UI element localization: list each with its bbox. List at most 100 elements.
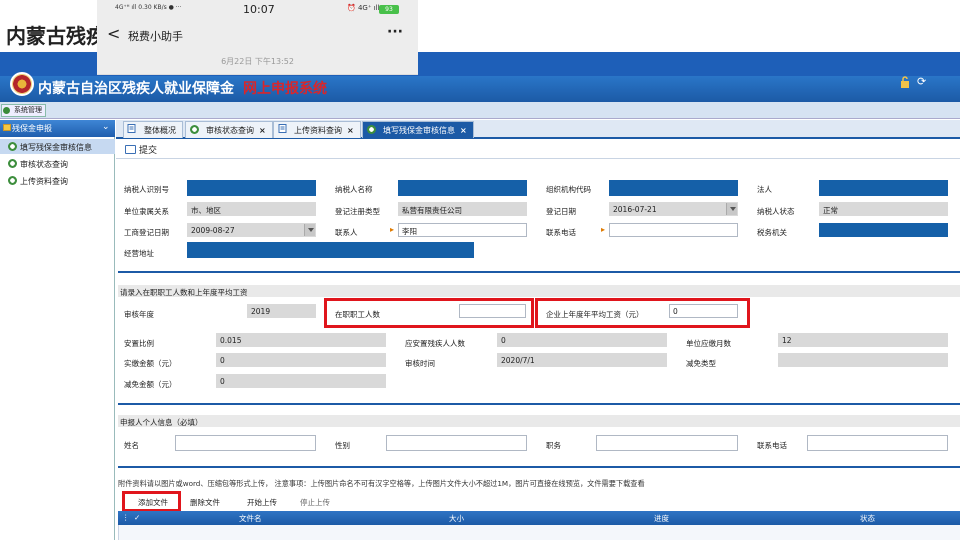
position-input[interactable]: [596, 435, 738, 451]
label-review-year: 审核年度: [124, 310, 154, 319]
affiliation-field: 市、地区: [187, 202, 316, 216]
system-icon: [3, 107, 10, 114]
tab-label: 上传资料查询: [294, 126, 342, 135]
chevron-down-icon[interactable]: [726, 203, 737, 215]
gender-input[interactable]: [386, 435, 527, 451]
label-review-time: 审核时间: [405, 359, 435, 368]
label-taxpayer-name: 纳税人名称: [335, 185, 373, 194]
sidebar-item-fill-review[interactable]: 填写残保金审核信息: [0, 139, 115, 154]
reg-date-select[interactable]: 2016-07-21: [609, 202, 738, 216]
sidebar-header[interactable]: 残保金申报: [0, 120, 115, 137]
label-reg-type: 登记注册类型: [335, 207, 380, 216]
gear-search-icon: [8, 142, 17, 151]
label-avg-salary: 企业上年度年平均工资（元）: [546, 310, 644, 319]
label-gender: 性别: [335, 441, 350, 450]
start-upload-button[interactable]: 开始上传: [247, 497, 277, 508]
address-field: [187, 242, 474, 258]
paid-field: 0: [216, 353, 386, 367]
phone-input[interactable]: [609, 223, 738, 237]
add-file-button[interactable]: 添加文件: [138, 497, 168, 508]
document-icon: [127, 124, 136, 133]
section-title-employees: 请录入在职职工人数和上年度平均工资: [120, 288, 248, 297]
folder-icon: [3, 124, 11, 131]
label-exempt-type: 减免类型: [686, 359, 716, 368]
column-header-filename[interactable]: 文件名: [239, 513, 262, 524]
phone-screenshot-overlay: 4G⁺ᴴ ıll 0.30 KB/s ● ··· 10:07 ⏰ 4G⁺ ıll…: [97, 0, 418, 75]
label-legal-person: 法人: [757, 185, 772, 194]
column-header-status[interactable]: 状态: [860, 513, 875, 524]
tab-label: 审核状态查询: [206, 126, 254, 135]
chevron-down-icon[interactable]: ⌄: [102, 122, 110, 132]
file-grid-header: ⋮ ✓ 文件名 大小 进度 状态: [118, 511, 960, 525]
review-time-field: 2020/7/1: [497, 353, 667, 367]
sidebar-item-upload-query[interactable]: 上传资料查询: [0, 173, 115, 188]
close-icon[interactable]: ×: [460, 126, 467, 135]
grid-menu-icon[interactable]: ⋮: [122, 513, 130, 522]
review-year-field: 2019: [247, 304, 316, 318]
disabled-count-field: 0: [497, 333, 667, 347]
staff-count-input[interactable]: [459, 304, 526, 318]
contact-input[interactable]: 李阳: [398, 223, 527, 237]
lock-icon[interactable]: [900, 76, 910, 88]
close-icon[interactable]: ×: [347, 126, 354, 135]
back-chevron-icon[interactable]: <: [107, 24, 120, 43]
applicant-phone-input[interactable]: [807, 435, 948, 451]
phone-signal-status: 4G⁺ᴴ ıll 0.30 KB/s ● ···: [115, 4, 182, 11]
label-position: 职务: [546, 441, 561, 450]
close-icon[interactable]: ×: [259, 126, 266, 135]
section-divider: [118, 271, 960, 273]
taxpayer-status-field: 正常: [819, 202, 948, 216]
label-affiliation: 单位隶属关系: [124, 207, 169, 216]
sidebar-item-label: 上传资料查询: [20, 177, 68, 186]
section-title-applicant: 申报人个人信息（必填）: [120, 418, 203, 427]
label-applicant-phone: 联系电话: [757, 441, 787, 450]
chevron-down-icon[interactable]: [304, 224, 315, 236]
divider: [116, 158, 960, 159]
avg-salary-input[interactable]: 0: [669, 304, 738, 318]
sidebar-item-label: 审核状态查询: [20, 160, 68, 169]
stop-upload-button[interactable]: 停止上传: [300, 497, 330, 508]
org-code-field: [609, 180, 738, 196]
phone-time: 10:07: [243, 3, 275, 16]
required-marker: ▸: [601, 225, 606, 234]
delete-file-button[interactable]: 删除文件: [190, 497, 220, 508]
biz-reg-date-select[interactable]: 2009-08-27: [187, 223, 316, 237]
months-field: 12: [778, 333, 948, 347]
section-divider: [118, 403, 960, 405]
phone-status-icons: ⏰ 4G⁺ ıll: [347, 4, 380, 12]
legal-person-field: [819, 180, 948, 196]
tab-label: 整体概况: [144, 126, 176, 135]
submit-icon: [125, 145, 136, 154]
exempt-amount-field: 0: [216, 374, 386, 388]
ratio-field: 0.015: [216, 333, 386, 347]
reg-type-field: 私营有限责任公司: [398, 202, 527, 216]
column-header-size[interactable]: 大小: [449, 513, 464, 524]
select-all-checkbox[interactable]: ✓: [134, 513, 140, 522]
tab-fill-review[interactable]: 填写残保金审核信息 ×: [362, 121, 474, 138]
attachment-note: 附件资料请以图片或word、压缩包等形式上传， 注意事项：上传图片命名不可有汉字…: [118, 479, 645, 488]
gear-search-icon: [8, 159, 17, 168]
name-input[interactable]: [175, 435, 316, 451]
menu-bar: [0, 102, 960, 119]
label-months: 单位应缴月数: [686, 339, 731, 348]
document-icon: [278, 124, 287, 133]
label-taxpayer-status: 纳税人状态: [757, 207, 795, 216]
label-phone: 联系电话: [546, 228, 576, 237]
more-icon[interactable]: ···: [387, 24, 403, 40]
label-disabled-count: 应安置残疾人人数: [405, 339, 465, 348]
sidebar-item-review-status[interactable]: 审核状态查询: [0, 156, 115, 171]
taxpayer-id-field: [187, 180, 316, 196]
exempt-type-field: [778, 353, 948, 367]
section-header: [118, 415, 960, 427]
tax-office-field: [819, 223, 948, 237]
chat-title: 税费小助手: [128, 30, 183, 43]
refresh-icon[interactable]: ⟳: [917, 76, 929, 88]
column-header-progress[interactable]: 进度: [654, 513, 669, 524]
label-ratio: 安置比例: [124, 339, 154, 348]
chat-date: 6月22日 下午13:52: [221, 57, 294, 66]
search-icon: [190, 125, 199, 134]
search-icon: [367, 125, 376, 134]
label-staff-count: 在职职工人数: [335, 310, 380, 319]
label-paid: 实缴金额（元）: [124, 359, 177, 368]
file-grid-body: [118, 525, 960, 540]
